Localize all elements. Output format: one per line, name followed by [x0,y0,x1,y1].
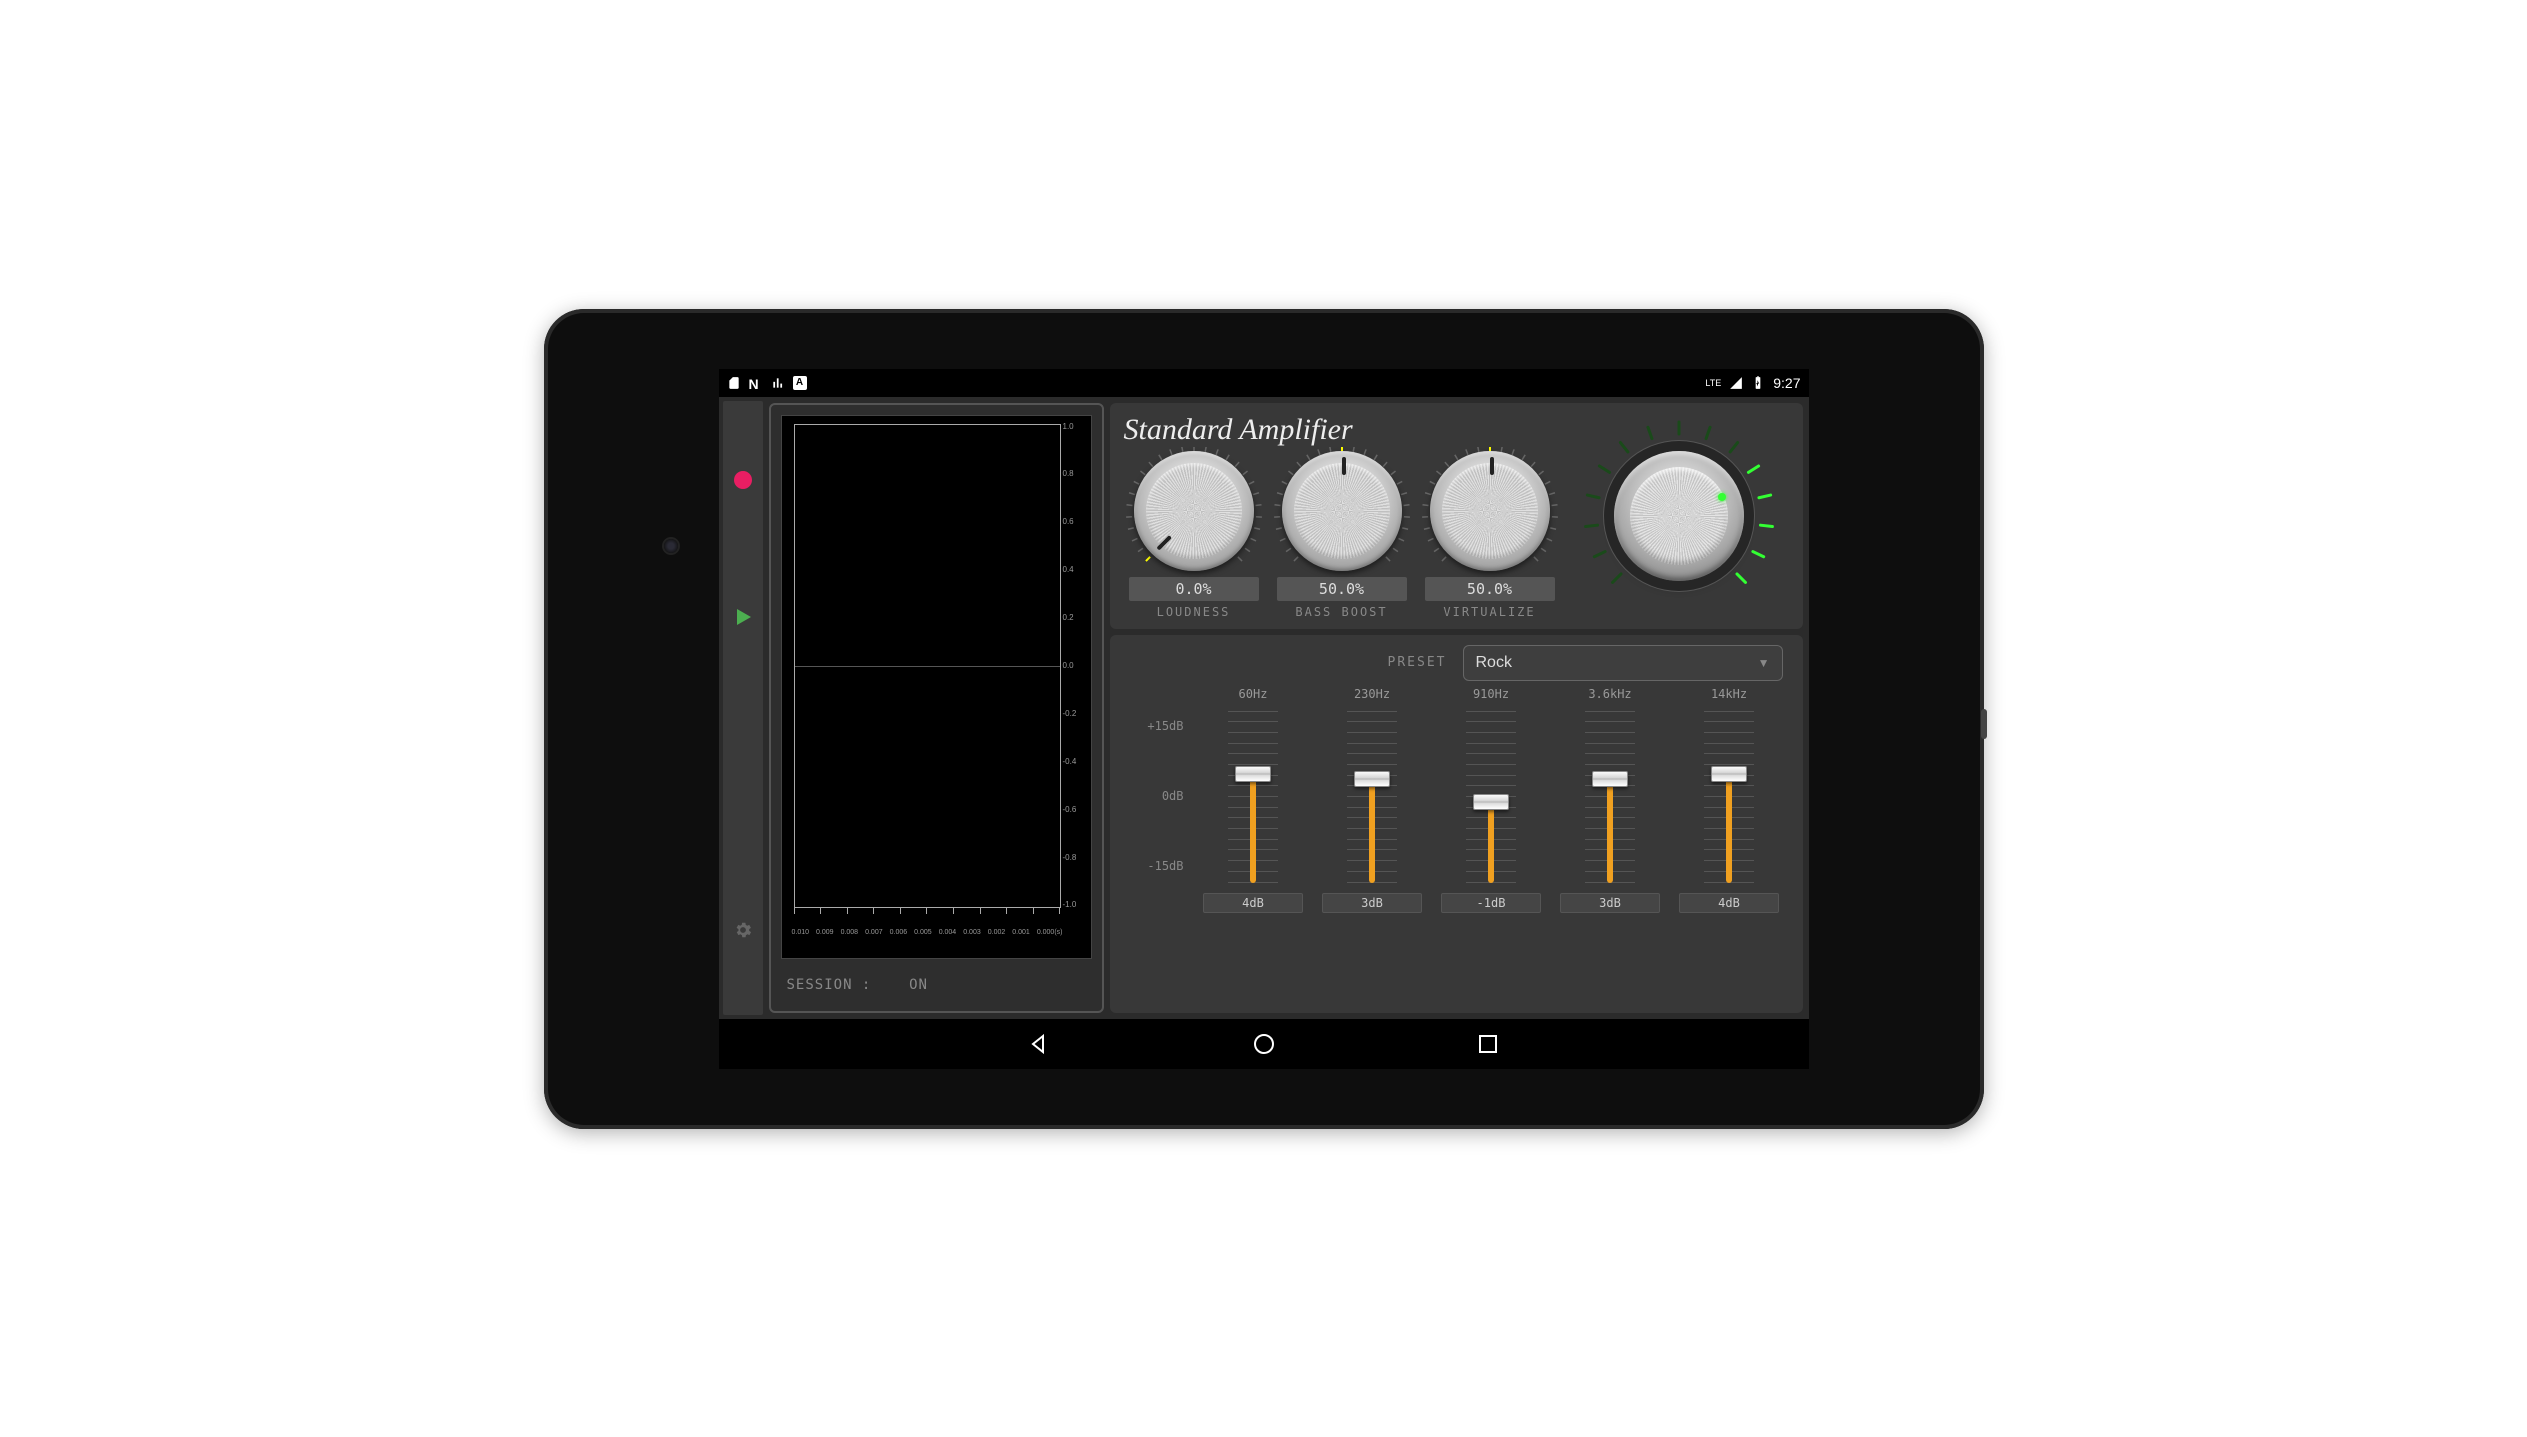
dropdown-caret-icon: ▼ [1758,656,1770,670]
loudness-value: 0.0% [1129,577,1259,601]
eq-band-value: 3dB [1322,893,1422,913]
eq-band-freq: 3.6kHz [1588,687,1631,701]
preset-value: Rock [1476,654,1512,672]
eq-band-value: 4dB [1679,893,1779,913]
volume-indicator-dot [1718,493,1726,501]
eq-bands: 60Hz 4dB 230Hz 3dB 910Hz -1dB 3.6kHz 3dB… [1194,687,1789,913]
status-bar: N A LTE 9:27 [719,369,1809,397]
virtualize-value: 50.0% [1425,577,1555,601]
record-button[interactable] [734,471,752,489]
android-nav-bar [719,1019,1809,1069]
app-a-icon: A [793,376,807,390]
eq-slider-910Hz[interactable] [1466,707,1516,887]
preset-select[interactable]: Rock ▼ [1463,645,1783,681]
equalizer-panel: PRESET Rock ▼ +15dB 0dB -15dB [1110,635,1803,1013]
power-button[interactable] [1981,709,1987,739]
graph-plot-area [794,424,1061,908]
settings-button[interactable] [733,920,753,945]
sidebar [723,401,763,1015]
home-button[interactable] [1252,1032,1276,1056]
loudness-label: LOUDNESS [1157,605,1231,619]
virtualize-knob[interactable] [1430,451,1550,571]
bassboost-value: 50.0% [1277,577,1407,601]
eq-band-value: -1dB [1441,893,1541,913]
session-status: SESSION : ON [781,959,1092,1001]
eq-scale-mid: 0dB [1124,789,1184,803]
session-value: ON [909,977,928,993]
network-label: LTE [1705,378,1721,388]
x-axis-labels: 0.0100.0090.0080.0070.0060.0050.0040.003… [792,929,1063,936]
eq-band-freq: 60Hz [1239,687,1268,701]
notification-n-icon: N [749,376,763,390]
signal-icon [1729,376,1743,390]
eq-slider-230Hz[interactable] [1347,707,1397,887]
battery-charging-icon [1751,376,1765,390]
app-body: 1.00.80.60.40.20.0-0.2-0.4-0.6-0.8-1.0 0… [719,397,1809,1019]
eq-band-freq: 230Hz [1354,687,1390,701]
front-camera [664,539,678,553]
waveform-panel: 1.00.80.60.40.20.0-0.2-0.4-0.6-0.8-1.0 0… [769,403,1104,1013]
eq-band-value: 3dB [1560,893,1660,913]
screen: N A LTE 9:27 [719,369,1809,1069]
eq-scale-bot: -15dB [1124,859,1184,873]
sdcard-icon [727,376,741,390]
eq-band-value: 4dB [1203,893,1303,913]
eq-band-freq: 910Hz [1473,687,1509,701]
eq-slider-60Hz[interactable] [1228,707,1278,887]
eq-scale: +15dB 0dB -15dB [1124,687,1194,913]
session-label: SESSION : [787,977,872,993]
clock: 9:27 [1773,375,1800,391]
amplifier-title: Standard Amplifier [1124,413,1789,447]
loudness-knob[interactable] [1134,451,1254,571]
bassboost-knob[interactable] [1282,451,1402,571]
eq-slider-3.6kHz[interactable] [1585,707,1635,887]
y-axis-labels: 1.00.80.60.40.20.0-0.2-0.4-0.6-0.8-1.0 [1063,422,1089,910]
preset-label: PRESET [1388,655,1447,670]
tablet-frame: N A LTE 9:27 [544,309,1984,1129]
play-button[interactable] [737,609,751,625]
eq-band-freq: 14kHz [1711,687,1747,701]
bassboost-label: BASS BOOST [1295,605,1387,619]
eq-scale-top: +15dB [1124,719,1184,733]
waveform-graph: 1.00.80.60.40.20.0-0.2-0.4-0.6-0.8-1.0 0… [781,415,1092,959]
amplifier-panel: Standard Amplifier 0.0% LOUDNESS 50.0% B… [1110,403,1803,629]
eq-slider-14kHz[interactable] [1704,707,1754,887]
back-button[interactable] [1028,1032,1052,1056]
x-axis-ticks [794,908,1061,916]
equalizer-icon [771,376,785,390]
virtualize-label: VIRTUALIZE [1443,605,1535,619]
recents-button[interactable] [1476,1032,1500,1056]
volume-knob[interactable] [1614,451,1744,581]
